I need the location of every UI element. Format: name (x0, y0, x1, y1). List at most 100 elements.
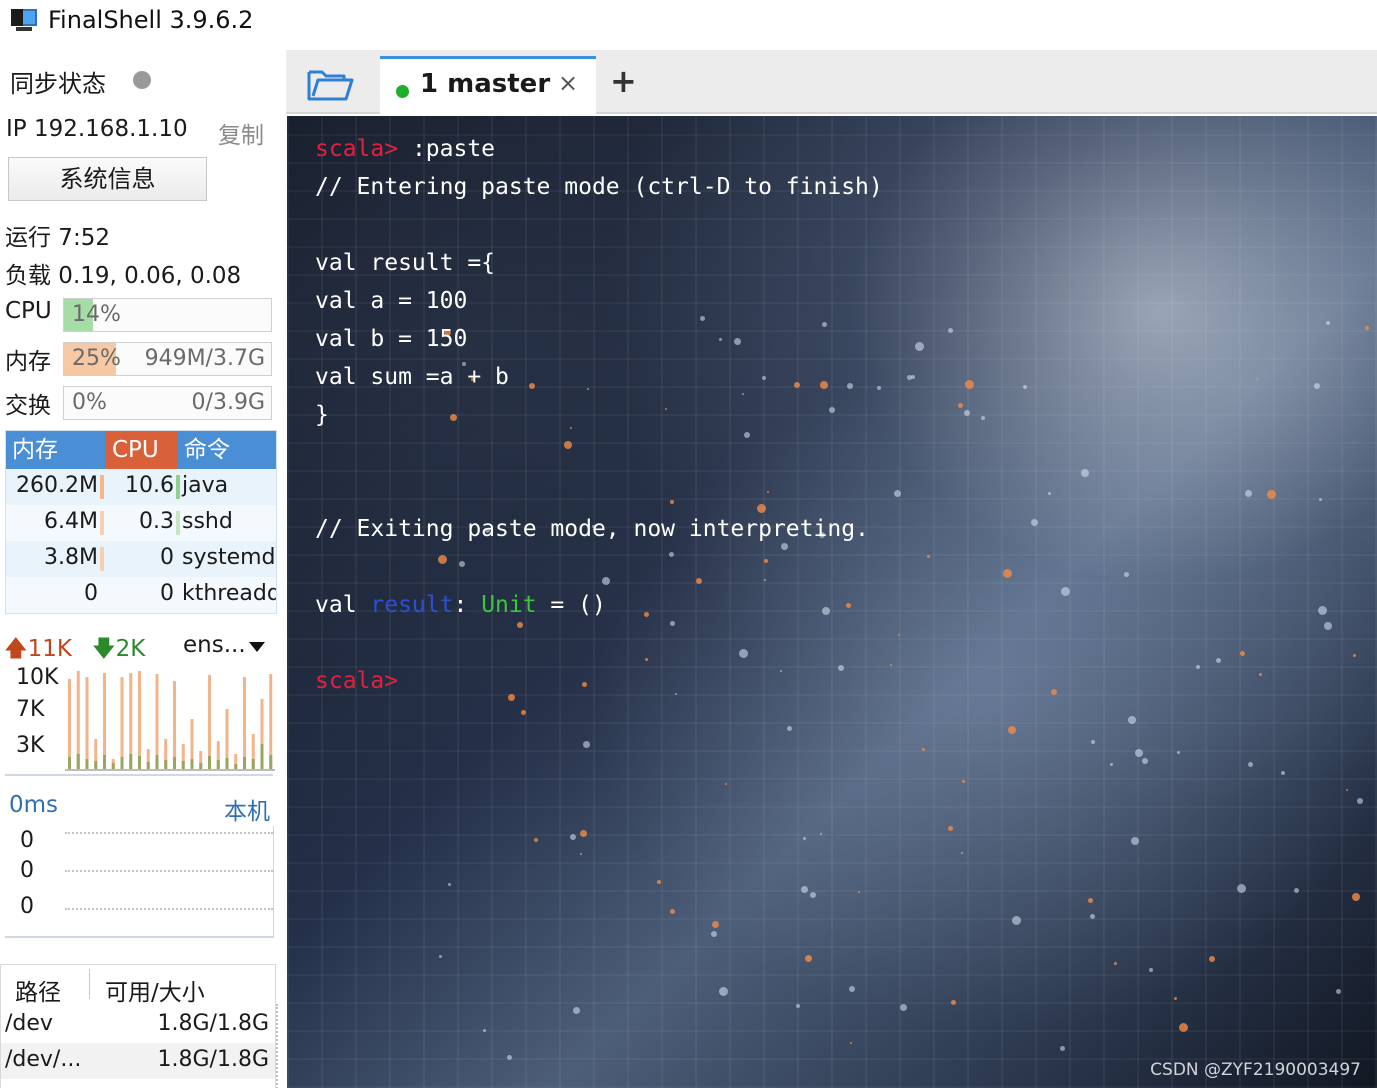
filesystem-row[interactable]: /dev 1.8G/1.8G (1, 1007, 275, 1043)
open-folder-button[interactable] (286, 58, 374, 110)
background-spark (822, 322, 827, 327)
background-spark (696, 578, 702, 584)
cpu-meter: 14% (63, 298, 272, 332)
background-spark (1314, 383, 1320, 389)
background-spark (829, 407, 835, 413)
swap-label: 交换 (5, 393, 51, 419)
background-spark (1091, 740, 1095, 744)
background-spark (1256, 378, 1258, 380)
memory-label: 内存 (5, 349, 51, 375)
sidebar: 同步状态 IP 192.168.1.10 复制 系统信息 运行 7:52 负载 … (0, 46, 284, 1088)
background-spark (846, 603, 851, 608)
background-spark (711, 931, 717, 937)
background-spark (1149, 968, 1153, 972)
download-bar (76, 754, 80, 769)
latency-host-select[interactable]: 本机 (224, 792, 270, 826)
column-header-cpu[interactable]: CPU (106, 431, 178, 469)
background-spark (1245, 490, 1252, 497)
upload-bar (208, 675, 211, 769)
process-memory-bar (100, 547, 104, 571)
background-spark (900, 1004, 907, 1011)
background-spark (1326, 321, 1330, 325)
background-spark (725, 783, 727, 785)
background-spark (587, 388, 589, 390)
column-header-path[interactable]: 路径 (15, 973, 61, 1007)
process-memory: 260.2M (16, 473, 98, 498)
background-spark (1114, 962, 1117, 965)
background-spark (894, 490, 901, 497)
column-separator (89, 969, 90, 999)
network-chart: 10K 7K 3K (5, 661, 275, 779)
chevron-down-icon[interactable] (249, 642, 265, 652)
download-bar (164, 760, 168, 769)
background-spark (734, 338, 741, 345)
process-table-header: 内存 CPU 命令 (6, 431, 276, 469)
background-spark (438, 555, 447, 564)
upload-bar (243, 677, 246, 769)
add-tab-icon[interactable]: + (610, 62, 637, 100)
arrow-up-icon: 🡅 (4, 636, 28, 662)
background-spark (1124, 572, 1129, 577)
background-spark (448, 883, 451, 886)
upload-bar (103, 673, 106, 769)
ip-address: IP 192.168.1.10 (6, 116, 188, 142)
sidebar-resize-handle[interactable] (276, 1004, 282, 1088)
network-interface-select[interactable]: ens... (183, 632, 246, 658)
column-header-memory[interactable]: 内存 (6, 431, 106, 469)
background-spark (645, 658, 648, 661)
process-cpu: 0 (160, 581, 174, 606)
column-header-command[interactable]: 命令 (178, 431, 276, 469)
background-spark (665, 408, 667, 410)
download-bar (120, 757, 124, 769)
background-spark (508, 694, 515, 701)
background-spark (810, 892, 816, 898)
background-spark (1248, 762, 1253, 767)
process-row[interactable]: 260.2M 10.6 java (6, 469, 276, 505)
background-spark (927, 555, 930, 558)
title-bar: FinalShell 3.9.6.2 (0, 0, 1377, 46)
background-spark (877, 386, 881, 390)
background-spark (564, 441, 572, 449)
background-spark (787, 726, 792, 731)
column-header-size[interactable]: 可用/大小 (105, 973, 205, 1007)
upload-bar (173, 681, 176, 769)
background-spark (764, 559, 768, 563)
background-spark (964, 410, 970, 416)
filesystem-size: 1.8G/1.8G (157, 1047, 269, 1072)
terminal[interactable]: scala> :paste // Entering paste mode (ctr… (287, 116, 1377, 1088)
process-memory-bar (100, 475, 104, 499)
background-spark (1281, 771, 1285, 775)
background-spark (915, 342, 924, 351)
folder-icon (307, 70, 354, 101)
terminal-line: val result ={ (315, 250, 496, 276)
tab-master[interactable]: 1 master × (380, 56, 596, 114)
process-cpu: 0 (160, 545, 174, 570)
process-row[interactable]: 3.8M 0 systemd (6, 541, 276, 577)
system-info-button[interactable]: 系统信息 (8, 157, 207, 201)
close-icon[interactable]: × (558, 69, 578, 97)
process-row[interactable]: 0 0 kthreadd (6, 577, 276, 613)
copy-ip-button[interactable]: 复制 (218, 116, 264, 150)
latency-value: 0 (20, 828, 34, 853)
background-spark (439, 955, 442, 958)
background-spark (1353, 654, 1356, 657)
process-row[interactable]: 6.4M 0.3 sshd (6, 505, 276, 541)
background-spark (1061, 587, 1070, 596)
download-rate-value: 2K (115, 636, 146, 662)
filesystem-path: /dev/... (5, 1047, 82, 1072)
background-spark (582, 682, 587, 687)
background-spark (781, 543, 788, 550)
window-title: FinalShell 3.9.6.2 (48, 6, 254, 34)
latency-ms: 0ms (9, 792, 59, 818)
download-bar (94, 761, 98, 769)
background-spark (1048, 492, 1051, 495)
filesystem-row[interactable]: /dev/... 1.8G/1.8G (1, 1043, 275, 1079)
process-cpu-bar (176, 475, 180, 499)
process-command: java (182, 473, 229, 498)
background-spark (961, 852, 963, 854)
cpu-percent: 14% (72, 302, 121, 327)
background-spark (962, 780, 965, 783)
background-spark (700, 316, 705, 321)
background-spark (573, 1007, 580, 1014)
uptime-text: 运行 7:52 (5, 225, 110, 251)
